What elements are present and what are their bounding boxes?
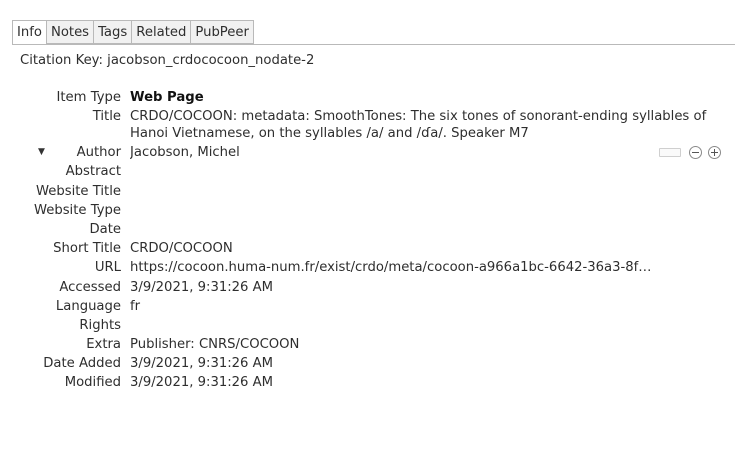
tab-pubpeer[interactable]: PubPeer — [190, 20, 254, 44]
field-row-date-added: Date Added 3/9/2021, 9:31:26 AM — [0, 354, 735, 373]
item-type-select[interactable]: Web Page — [130, 88, 723, 107]
field-row-accessed: Accessed 3/9/2021, 9:31:26 AM — [0, 278, 735, 297]
item-fields: Item Type Web Page Title CRDO/COCOON: me… — [0, 88, 735, 393]
language-field[interactable]: fr — [130, 297, 723, 316]
field-label: Date Added — [43, 356, 121, 372]
field-label: Website Title — [35, 183, 121, 199]
field-row-url: URL https://cocoon.huma-num.fr/exist/crd… — [0, 258, 735, 277]
short-title-field[interactable]: CRDO/COCOON — [130, 239, 723, 258]
minus-circle-icon[interactable] — [689, 146, 702, 160]
field-row-item-type: Item Type Web Page — [0, 88, 735, 107]
plus-circle-icon[interactable] — [708, 146, 721, 160]
creator-mode-switch[interactable] — [659, 148, 681, 158]
accessed-field[interactable]: 3/9/2021, 9:31:26 AM — [130, 278, 723, 297]
field-label: Item Type — [56, 90, 122, 105]
author-field[interactable]: Jacobson, Michel — [130, 143, 723, 162]
field-row-author: ▼ Author Jacobson, Michel — [0, 143, 735, 162]
field-row-rights: Rights — [0, 316, 735, 335]
extra-field[interactable]: Publisher: CNRS/COCOON — [130, 335, 723, 354]
field-row-extra: Extra Publisher: CNRS/COCOON — [0, 335, 735, 354]
creator-controls — [659, 146, 721, 160]
field-row-title: Title CRDO/COCOON: metadata: SmoothTones… — [0, 107, 735, 143]
field-label: Date — [89, 221, 121, 237]
url-label-link[interactable]: URL — [95, 258, 121, 277]
url-field[interactable]: https://cocoon.huma-num.fr/exist/crdo/me… — [130, 258, 723, 277]
modified-value: 3/9/2021, 9:31:26 AM — [130, 375, 274, 391]
field-row-website-type: Website Type — [0, 201, 735, 220]
field-label: Accessed — [59, 279, 121, 295]
field-label: Language — [55, 298, 121, 314]
date-added-value: 3/9/2021, 9:31:26 AM — [130, 356, 274, 372]
field-label: Rights — [79, 317, 121, 333]
field-label[interactable]: Author — [77, 143, 121, 162]
tab-divider — [12, 44, 735, 45]
field-row-modified: Modified 3/9/2021, 9:31:26 AM — [0, 373, 735, 392]
field-row-website-title: Website Title — [0, 182, 735, 201]
tab-notes[interactable]: Notes — [45, 20, 94, 44]
field-label: Short Title — [53, 241, 121, 257]
field-label: Title — [92, 109, 121, 125]
tab-related[interactable]: Related — [131, 20, 191, 44]
tab-tags[interactable]: Tags — [93, 20, 132, 44]
triangle-down-icon[interactable]: ▼ — [38, 143, 45, 162]
tab-info[interactable]: Info — [12, 20, 46, 45]
field-label: Abstract — [65, 164, 121, 180]
field-row-short-title: Short Title CRDO/COCOON — [0, 239, 735, 258]
item-tabs: Info Notes Tags Related PubPeer — [12, 20, 254, 45]
citation-key: Citation Key: jacobson_crdococoon_nodate… — [20, 53, 315, 68]
field-label: Website Type — [33, 202, 121, 218]
field-label: Extra — [86, 337, 121, 353]
field-row-date: Date — [0, 220, 735, 239]
title-field[interactable]: CRDO/COCOON: metadata: SmoothTones: The … — [130, 108, 723, 142]
field-row-abstract: Abstract — [0, 162, 735, 181]
item-pane: Info Notes Tags Related PubPeer Citation… — [0, 0, 735, 449]
field-row-language: Language fr — [0, 297, 735, 316]
field-label: Modified — [64, 375, 121, 391]
